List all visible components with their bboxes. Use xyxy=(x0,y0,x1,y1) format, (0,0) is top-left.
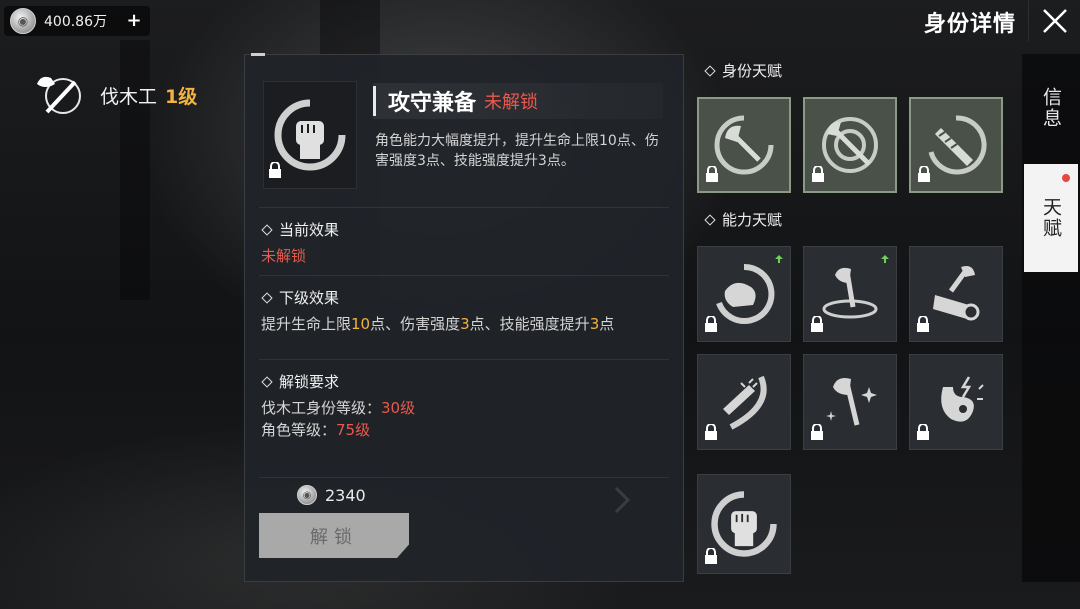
talent-name: 攻守兼备 xyxy=(388,91,477,116)
tab-info-label: 信息 xyxy=(1040,87,1062,129)
unlock-req-title: 解锁要求 xyxy=(279,373,340,391)
divider xyxy=(259,359,669,360)
talent-header: 攻守兼备 未解锁 xyxy=(373,83,663,119)
side-tab-bar: 信息 天赋 xyxy=(1022,54,1080,582)
saw-icon xyxy=(928,115,987,175)
divider xyxy=(259,275,669,276)
tab-talent-label: 天赋 xyxy=(1040,197,1062,239)
axe-stump-icon xyxy=(822,267,878,319)
axe-icon xyxy=(714,115,774,175)
lock-icon xyxy=(916,423,930,444)
talent-thumbnail xyxy=(263,81,357,189)
diamond-bullet-icon xyxy=(261,223,273,236)
unlock-button[interactable]: 解锁 xyxy=(259,513,409,558)
cost-value: 2340 xyxy=(325,485,366,505)
lock-icon xyxy=(917,165,931,186)
chevron-right-icon xyxy=(613,485,631,519)
lightning-stomach-icon xyxy=(941,376,984,422)
diamond-bullet-icon xyxy=(704,213,716,226)
identity-talent-slot[interactable] xyxy=(697,97,791,193)
close-button[interactable] xyxy=(1028,0,1080,42)
talent-detail-panel: 攻守兼备 未解锁 角色能力大幅度提升，提升生命上限10点、伤害强度3点、技能强度… xyxy=(244,53,684,582)
sparkle-axe-icon xyxy=(826,378,877,426)
axe-target-icon xyxy=(822,117,878,173)
currency-value: 400.86万 xyxy=(44,14,107,30)
diamond-bullet-icon xyxy=(704,64,716,77)
notification-dot-icon xyxy=(1062,174,1070,182)
ability-talent-slot[interactable] xyxy=(697,246,791,342)
axe-log-icon xyxy=(933,266,980,321)
next-effect-section: 下级效果 提升生命上限10点、伤害强度3点、技能强度提升3点 xyxy=(261,287,669,334)
next-effect-title: 下级效果 xyxy=(279,289,340,307)
divider xyxy=(259,207,669,208)
identity-talents-title: 身份天赋 xyxy=(704,60,782,81)
ability-talent-slot[interactable] xyxy=(697,354,791,450)
identity-level: 1级 xyxy=(165,85,198,108)
diamond-bullet-icon xyxy=(261,291,273,304)
current-effect-section: 当前效果 未解锁 xyxy=(261,219,669,266)
current-effect-title: 当前效果 xyxy=(279,221,340,239)
page-title: 身份详情 xyxy=(923,12,1016,37)
close-icon xyxy=(1042,9,1067,33)
fist-icon xyxy=(711,491,777,557)
silver-coin-icon: ◉ xyxy=(10,8,36,34)
unlock-cost: ◉ 2340 xyxy=(297,485,366,505)
silver-coin-icon: ◉ xyxy=(297,485,317,505)
unlock-req-line-1: 伐木工身份等级：30级 xyxy=(261,399,416,417)
panel-tab-marker xyxy=(251,53,265,56)
lumberjack-axe-icon xyxy=(30,70,88,120)
lock-icon xyxy=(810,423,824,444)
ability-talent-slot[interactable] xyxy=(803,354,897,450)
fist-icon xyxy=(274,99,346,171)
unlock-req-line-2: 角色等级：75级 xyxy=(261,421,371,439)
current-effect-value: 未解锁 xyxy=(261,247,307,265)
ability-talent-slot[interactable] xyxy=(909,246,1003,342)
lock-icon xyxy=(704,315,718,336)
lock-icon xyxy=(704,423,718,444)
tab-talent[interactable]: 天赋 xyxy=(1024,164,1078,272)
ability-talent-slot-selected[interactable] xyxy=(697,474,791,574)
lock-icon xyxy=(811,165,825,186)
flexed-arm-icon xyxy=(716,263,775,324)
diamond-bullet-icon xyxy=(261,375,273,388)
lock-icon xyxy=(810,315,824,336)
add-currency-button[interactable]: + xyxy=(122,9,146,33)
identity-talent-slot[interactable] xyxy=(803,97,897,193)
next-effect-text: 提升生命上限10点、伤害强度3点、技能强度提升3点 xyxy=(261,315,615,333)
identity-talent-slot[interactable] xyxy=(909,97,1003,193)
lock-icon xyxy=(268,161,282,182)
ability-talent-slot[interactable] xyxy=(909,354,1003,450)
divider xyxy=(259,477,669,478)
upgrade-arrow-icon xyxy=(880,249,890,268)
tab-info[interactable]: 信息 xyxy=(1024,54,1078,162)
ability-talent-slot[interactable] xyxy=(803,246,897,342)
unlock-requirements-section: 解锁要求 伐木工身份等级：30级 角色等级：75级 xyxy=(261,371,669,440)
upgrade-arrow-icon xyxy=(774,249,784,268)
identity-header: 伐木工 1级 xyxy=(30,70,197,120)
lock-icon xyxy=(705,165,719,186)
lock-icon xyxy=(704,547,718,568)
header-accent-bar xyxy=(373,86,376,116)
talent-description: 角色能力大幅度提升，提升生命上限10点、伤害强度3点、技能强度提升3点。 xyxy=(375,133,659,169)
lock-icon xyxy=(916,315,930,336)
talent-status: 未解锁 xyxy=(484,92,539,113)
chainsaw-slash-icon xyxy=(723,375,767,430)
currency-display: ◉ 400.86万 + xyxy=(4,6,150,36)
ability-talents-title: 能力天赋 xyxy=(704,209,782,230)
identity-name: 伐木工 xyxy=(100,85,158,108)
